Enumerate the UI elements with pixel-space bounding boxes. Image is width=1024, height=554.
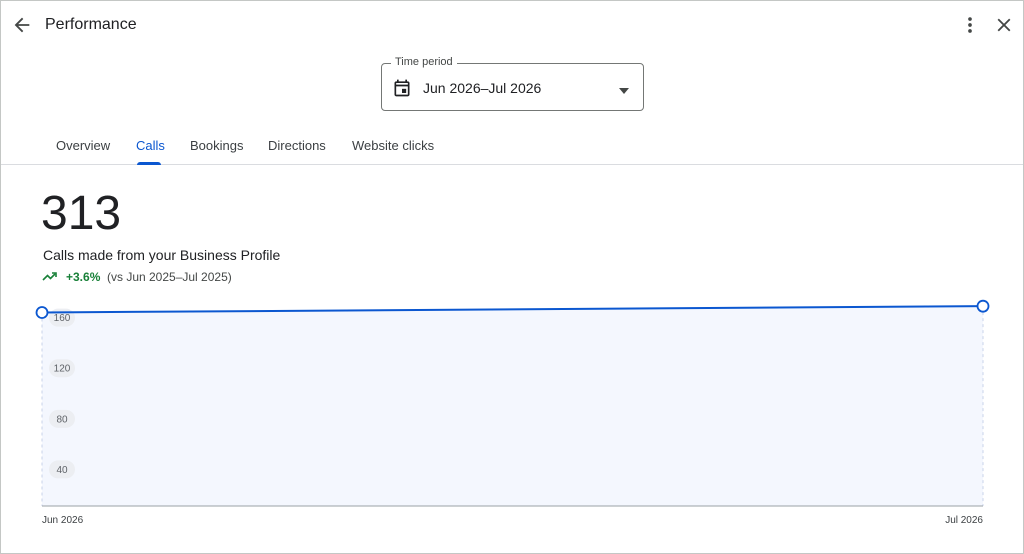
chart-area-fill [42,306,983,506]
metric-tabs: Overview Calls Bookings Directions Websi… [1,125,1023,165]
more-vert-icon[interactable] [959,14,981,36]
tab-directions[interactable]: Directions [268,138,326,153]
tab-calls[interactable]: Calls [136,138,165,153]
time-period-value: Jun 2026–Jul 2026 [423,80,542,96]
arrow-back-icon[interactable] [11,14,33,36]
active-tab-indicator [137,162,161,165]
y-tick-label: 160 [54,313,71,324]
trending-up-icon [42,269,58,283]
calls-total: 313 [41,187,122,240]
performance-dialog: Performance Time period Jun 2026–Jul 202… [0,0,1024,554]
y-tick-label: 80 [56,414,68,425]
data-point [976,299,990,313]
y-tick-label: 120 [54,364,71,375]
dialog-header: Performance [1,1,1023,51]
calls-chart: 40 80 120 160 Jun 2026 Jul 2026 [1,291,1023,541]
tab-bookings[interactable]: Bookings [190,138,243,153]
x-tick-label: Jun 2026 [42,515,84,526]
tab-overview[interactable]: Overview [56,138,110,153]
close-icon[interactable] [993,14,1015,36]
chart-svg: 40 80 120 160 Jun 2026 Jul 2026 [35,299,990,526]
y-tick-label: 40 [56,465,68,476]
metric-description: Calls made from your Business Profile [43,247,281,263]
x-tick-label: Jul 2026 [945,515,983,526]
page-title: Performance [45,16,137,33]
comparison-period: (vs Jun 2025–Jul 2025) [107,270,232,284]
data-point [35,306,49,319]
calendar-icon [392,78,412,98]
time-period-label: Time period [391,56,457,68]
dropdown-arrow-icon [618,83,630,94]
change-percent: +3.6% [66,270,101,284]
tab-website-clicks[interactable]: Website clicks [352,138,434,153]
time-period-select[interactable]: Time period Jun 2026–Jul 2026 [381,56,644,111]
